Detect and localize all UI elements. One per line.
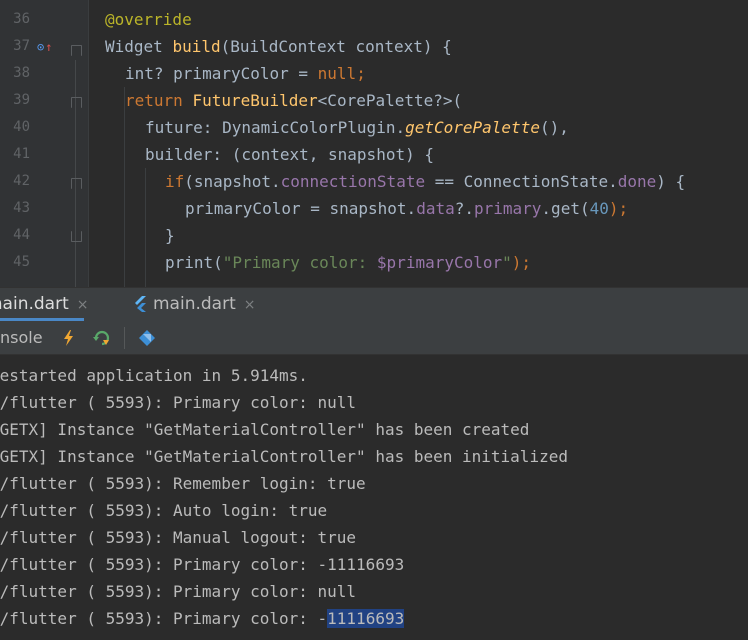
fold-end-icon[interactable]	[71, 231, 82, 242]
field-token: connectionState	[280, 172, 426, 191]
fold-toggle-icon[interactable]	[71, 178, 82, 189]
number-token: 40	[589, 199, 609, 218]
interpolation-token: $primaryColor	[376, 253, 503, 272]
hot-restart-icon[interactable]	[93, 329, 111, 347]
field-token: primary	[473, 199, 542, 218]
code-text: }	[165, 226, 175, 245]
field-token: data	[416, 199, 455, 218]
tab-label: main.dart	[0, 294, 69, 314]
line-number: 43	[13, 200, 30, 216]
line-number: 41	[13, 146, 30, 162]
run-tab-bar: main.dart × main.dart ×	[0, 287, 748, 321]
string-token: "Primary color:	[222, 253, 377, 272]
console-line: I/flutter ( 5593): Primary color: -11116…	[0, 555, 405, 574]
string-token: "	[502, 253, 512, 272]
close-icon[interactable]: ×	[244, 297, 256, 313]
hot-reload-icon[interactable]	[60, 329, 78, 347]
line-number: 42	[13, 173, 30, 189]
override-marker-icon[interactable]: ⊙↑	[37, 40, 52, 54]
code-text: ;	[356, 64, 366, 83]
code-text: .get(	[541, 199, 590, 218]
code-line: 44 }	[0, 222, 748, 249]
code-line: 39 return FutureBuilder<CorePalette?>(	[0, 87, 748, 114]
keyword-token: if	[165, 172, 185, 191]
line-number: 36	[13, 11, 30, 27]
tab-label: main.dart	[153, 294, 236, 314]
fold-toggle-icon[interactable]	[71, 97, 82, 108]
code-text: ?.	[454, 199, 474, 218]
code-text: builder: (context, snapshot) {	[145, 145, 434, 164]
code-line: 45 print("Primary color: $primaryColor")…	[0, 249, 748, 276]
line-number: 37	[13, 38, 30, 54]
code-line: 43 primaryColor = snapshot.data?.primary…	[0, 195, 748, 222]
console-line: I/flutter ( 5593): Auto login: true	[0, 501, 328, 520]
console-line: [GETX] Instance "GetMaterialController" …	[0, 447, 568, 466]
code-line: 38 int? primaryColor = null;	[0, 60, 748, 87]
fold-toggle-icon[interactable]	[71, 45, 82, 56]
line-number: 40	[13, 119, 30, 135]
code-text: <CorePalette?>(	[317, 91, 463, 110]
dart-devtools-icon[interactable]	[138, 329, 156, 347]
console-line-text: I/flutter ( 5593): Primary color: -	[0, 609, 328, 628]
code-editor[interactable]: 36 @override 37 ⊙↑ Widget build(BuildCon…	[0, 0, 748, 287]
code-text: int? primaryColor =	[125, 64, 318, 83]
close-icon[interactable]: ×	[77, 297, 89, 313]
console-line: I/flutter ( 5593): Primary color: -11116…	[0, 605, 405, 632]
annotation-token: @override	[105, 10, 192, 29]
console-toolbar: nsole	[0, 321, 748, 355]
code-text: (),	[539, 118, 569, 137]
function-token: FutureBuilder	[192, 91, 318, 110]
tab-main-dart-1[interactable]: main.dart ×	[0, 288, 88, 321]
code-text: ) {	[656, 172, 686, 191]
selected-text: 11116693	[327, 609, 405, 628]
console-line: I/flutter ( 5593): Remember login: true	[0, 474, 366, 493]
code-text: future: DynamicColorPlugin.	[145, 118, 406, 137]
code-text: );	[608, 199, 629, 218]
console-line: I/flutter ( 5593): Primary color: null	[0, 393, 357, 412]
code-text: (BuildContext context) {	[220, 37, 452, 56]
code-line: 40 future: DynamicColorPlugin.getCorePal…	[0, 114, 748, 141]
code-text: (snapshot.	[184, 172, 281, 191]
code-text: );	[511, 253, 532, 272]
tab-main-dart-2[interactable]: main.dart ×	[133, 288, 255, 321]
line-number: 39	[13, 92, 30, 108]
console-line: I/flutter ( 5593): Manual logout: true	[0, 528, 357, 547]
console-line: Restarted application in 5.914ms.	[0, 366, 308, 385]
line-number: 44	[13, 227, 30, 243]
code-line: 37 ⊙↑ Widget build(BuildContext context)…	[0, 33, 748, 60]
method-token: getCorePalette	[405, 118, 540, 137]
line-number: 45	[13, 254, 30, 270]
code-text: print(	[165, 253, 223, 272]
flutter-icon	[135, 296, 146, 312]
keyword-token: return	[125, 91, 193, 110]
console-line: I/flutter ( 5593): Primary color: null	[0, 582, 357, 601]
code-text: primaryColor = snapshot.	[185, 199, 417, 218]
function-token: build	[172, 37, 221, 56]
console-output[interactable]: Restarted application in 5.914ms. I/flut…	[0, 355, 748, 640]
field-token: done	[617, 172, 657, 191]
code-line: 42 if(snapshot.connectionState == Connec…	[0, 168, 748, 195]
code-text: Widget	[105, 37, 173, 56]
line-number: 38	[13, 65, 30, 81]
toolbar-divider	[124, 327, 125, 349]
console-line: [GETX] Instance "GetMaterialController" …	[0, 420, 530, 439]
code-line: 41 builder: (context, snapshot) {	[0, 141, 748, 168]
keyword-token: null	[317, 64, 357, 83]
code-line: 36 @override	[0, 6, 748, 33]
code-text: == ConnectionState.	[425, 172, 618, 191]
console-tab-label[interactable]: nsole	[0, 321, 43, 355]
